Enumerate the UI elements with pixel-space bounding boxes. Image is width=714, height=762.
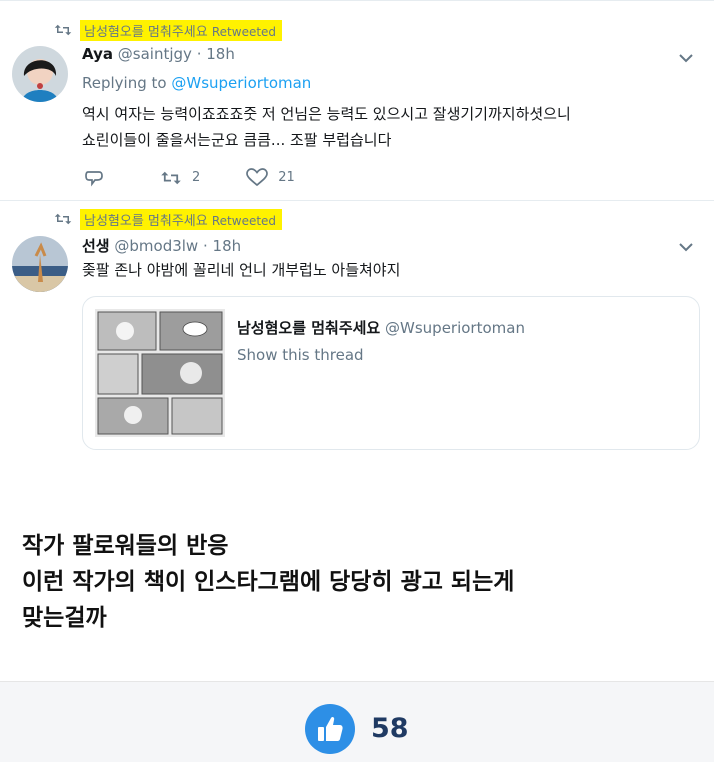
tweet-actions: 2 21 xyxy=(84,168,341,187)
reply-button[interactable] xyxy=(84,169,114,187)
separator: · xyxy=(202,237,208,255)
quoted-header: 남성혐오를 멈춰주세요 @Wsuperiortoman xyxy=(237,317,525,338)
retweeted-tag: Retweeted xyxy=(211,213,277,228)
avatar[interactable] xyxy=(12,236,68,292)
show-thread-link[interactable]: Show this thread xyxy=(237,346,364,364)
tweet-header: Aya @saintjgy · 18h xyxy=(82,45,235,63)
retweeter-name: 남성혐오를 멈춰주세요 xyxy=(84,213,208,229)
comic-thumbnail xyxy=(95,309,225,437)
timestamp[interactable]: 18h xyxy=(213,237,242,255)
quoted-handle[interactable]: @Wsuperiortoman xyxy=(385,319,525,337)
heart-icon xyxy=(246,168,269,187)
like-count: 21 xyxy=(278,170,295,185)
tweet-text-line: 쇼린이들이 줄을서는군요 큼큼... 조팔 부럽습니다 xyxy=(82,131,392,149)
retweet-context: 남성혐오를 멈춰주세요 Retweeted xyxy=(54,19,283,41)
tweet-text-line: 역시 여자는 능력이죠죠죠줏 저 언님은 능력도 있으시고 잘생기기까지하셧으니 xyxy=(82,105,571,123)
user-handle[interactable]: @saintjgy xyxy=(118,45,192,63)
timestamp[interactable]: 18h xyxy=(206,45,235,63)
avatar[interactable] xyxy=(12,46,68,102)
quoted-display-name[interactable]: 남성혐오를 멈춰주세요 xyxy=(237,319,380,337)
bottom-bar xyxy=(0,681,714,762)
caption-line: 작가 팔로워들의 반응 xyxy=(22,533,229,559)
thumbs-up-button[interactable] xyxy=(305,704,355,754)
caption-line: 이런 작가의 책이 인스타그램에 당당히 광고 되는게 xyxy=(22,569,515,595)
top-divider xyxy=(0,0,714,1)
display-name[interactable]: 선생 xyxy=(82,237,110,255)
retweet-icon xyxy=(161,171,181,184)
tweet-divider xyxy=(0,200,714,201)
caption: 작가 팔로워들의 반응 이런 작가의 책이 인스타그램에 당당히 광고 되는게 … xyxy=(22,528,514,636)
tweet-text: 역시 여자는 능력이죠죠죠줏 저 언님은 능력도 있으시고 잘생기기까지하셧으니… xyxy=(82,101,692,153)
retweeter-name: 남성혐오를 멈춰주세요 xyxy=(84,24,208,40)
retweet-highlight[interactable]: 남성혐오를 멈춰주세요 Retweeted xyxy=(80,208,283,230)
retweet-highlight[interactable]: 남성혐오를 멈춰주세요 Retweeted xyxy=(80,19,283,41)
user-handle[interactable]: @bmod3lw xyxy=(114,237,198,255)
chevron-down-icon[interactable] xyxy=(678,241,694,253)
like-button[interactable]: 21 xyxy=(246,168,295,187)
reply-icon xyxy=(85,170,103,187)
display-name[interactable]: Aya xyxy=(82,45,113,63)
replying-prefix: Replying to xyxy=(82,74,167,92)
retweet-button[interactable]: 2 xyxy=(160,170,200,186)
replying-link[interactable]: @Wsuperiortoman xyxy=(171,74,311,92)
chevron-down-icon[interactable] xyxy=(678,52,694,64)
tweet-text: 좆팔 존나 야밤에 꼴리네 언니 개부럽노 아들쳐야지 xyxy=(82,257,692,283)
replying-to: Replying to @Wsuperiortoman xyxy=(82,74,311,92)
retweet-icon xyxy=(54,213,72,225)
retweet-count: 2 xyxy=(192,170,201,185)
thumbs-up-icon xyxy=(318,716,343,741)
tweet-text-line: 좆팔 존나 야밤에 꼴리네 언니 개부럽노 아들쳐야지 xyxy=(82,261,401,279)
separator: · xyxy=(196,45,202,63)
retweet-context: 남성혐오를 멈춰주세요 Retweeted xyxy=(54,208,283,230)
quoted-tweet-card[interactable]: 남성혐오를 멈춰주세요 @Wsuperiortoman Show this th… xyxy=(82,296,700,450)
retweet-icon xyxy=(54,24,72,36)
like-counter: 58 xyxy=(371,713,409,744)
caption-line: 맞는걸까 xyxy=(22,605,107,631)
retweeted-tag: Retweeted xyxy=(211,24,277,39)
tweet-header: 선생 @bmod3lw · 18h xyxy=(82,235,241,256)
